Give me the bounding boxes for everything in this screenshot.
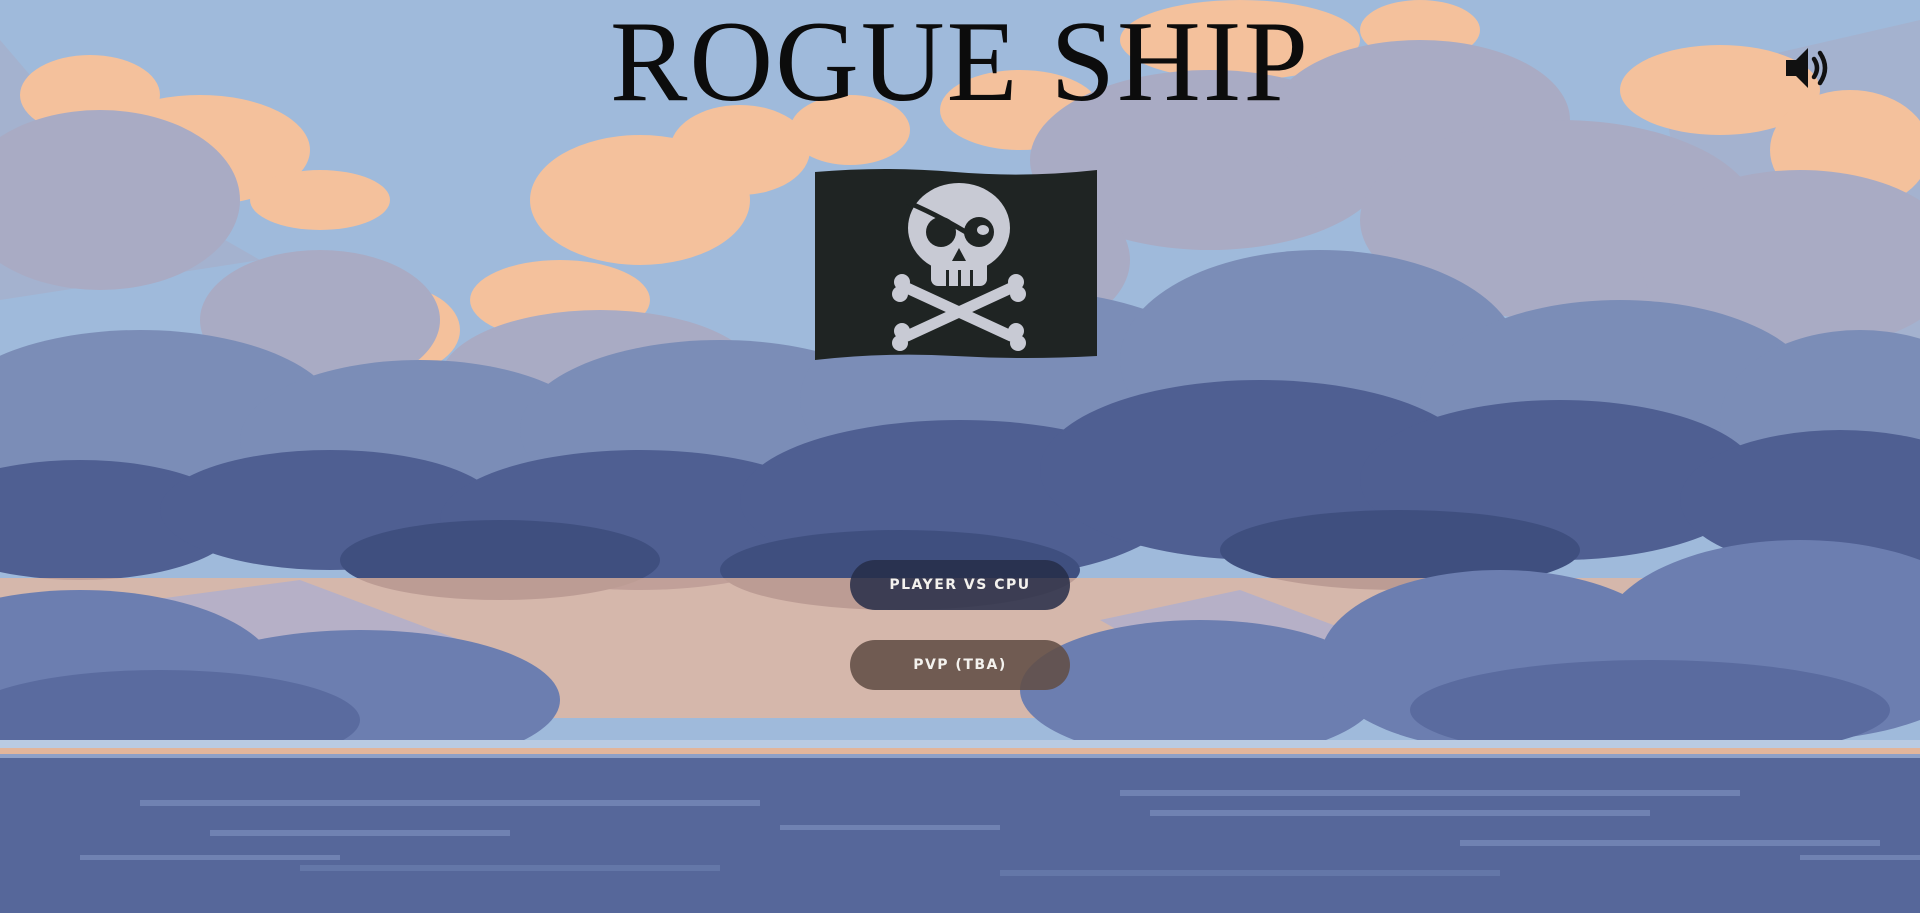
player-vs-cpu-button[interactable]: PLAYER VS CPU (850, 560, 1070, 610)
sound-toggle-button[interactable] (1782, 42, 1834, 94)
background-scenery (0, 0, 1920, 913)
pvp-tba-button[interactable]: PVP (TBA) (850, 640, 1070, 690)
jolly-roger-flag-icon (815, 169, 1097, 360)
speaker-volume-icon (1786, 48, 1828, 88)
game-title: ROGUE SHIP (610, 0, 1310, 126)
